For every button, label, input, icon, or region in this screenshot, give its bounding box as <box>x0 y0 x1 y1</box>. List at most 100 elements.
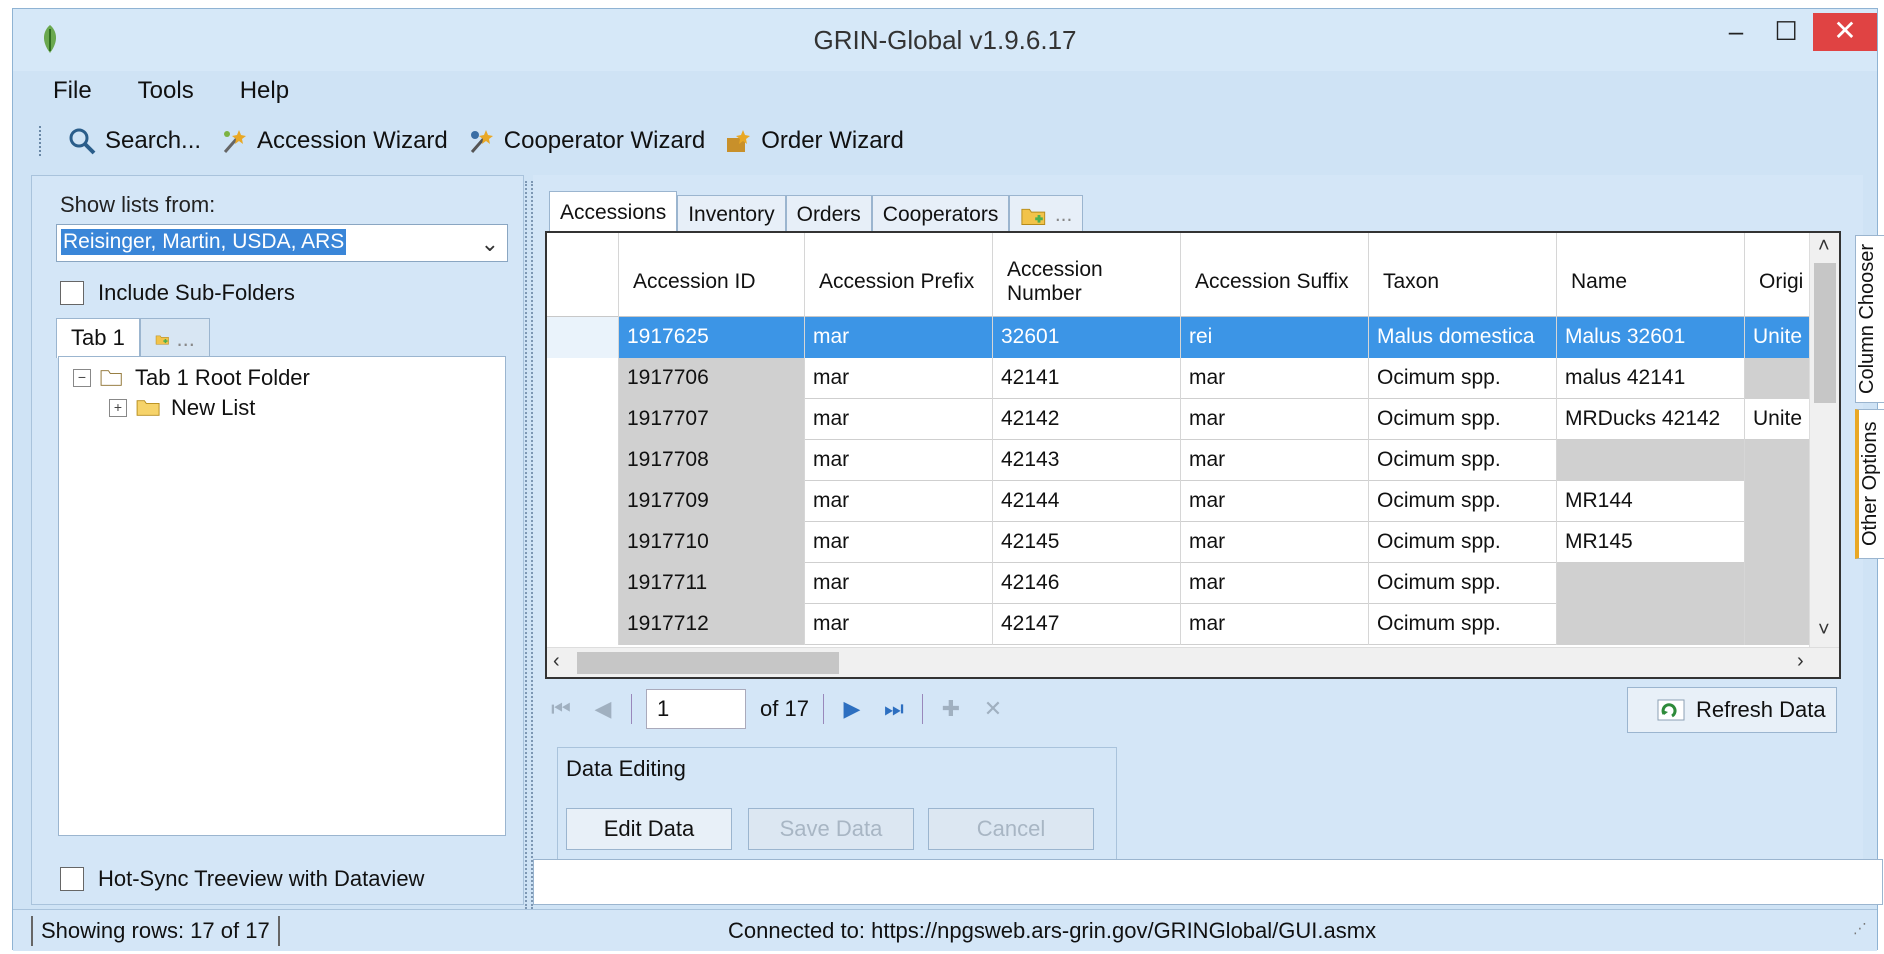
row-header[interactable] <box>547 440 619 481</box>
resize-grip-icon[interactable]: ⋰ <box>1853 920 1867 937</box>
hot-sync-checkbox[interactable] <box>60 867 84 891</box>
include-subfolders-checkbox[interactable] <box>60 281 84 305</box>
table-cell[interactable] <box>1557 440 1745 481</box>
tab-1[interactable]: Tab 1 <box>56 318 140 358</box>
table-cell[interactable]: 1917707 <box>619 399 805 440</box>
position-input[interactable]: 1 <box>646 689 746 729</box>
add-dataview-tab[interactable]: ... <box>1009 195 1084 235</box>
tree-root-node[interactable]: − Tab 1 Root Folder <box>73 365 310 391</box>
table-cell[interactable]: 42144 <box>993 481 1181 522</box>
cooperator-wizard-button[interactable]: Cooperator Wizard <box>466 126 705 156</box>
column-header[interactable]: Name <box>1557 233 1745 317</box>
row-header[interactable] <box>547 317 619 358</box>
horizontal-scroll-thumb[interactable] <box>577 652 839 674</box>
table-cell[interactable]: mar <box>1181 522 1369 563</box>
scroll-down-icon[interactable]: ˅ <box>1818 619 1830 642</box>
table-cell[interactable]: MR145 <box>1557 522 1745 563</box>
menu-file[interactable]: File <box>43 77 102 105</box>
table-cell[interactable]: mar <box>1181 563 1369 604</box>
table-cell[interactable]: 42142 <box>993 399 1181 440</box>
table-cell[interactable] <box>1745 440 1815 481</box>
search-button[interactable]: Search... <box>67 126 201 156</box>
delete-record-icon[interactable]: ✕ <box>979 696 1007 722</box>
table-cell[interactable]: 42143 <box>993 440 1181 481</box>
table-cell[interactable]: 42141 <box>993 358 1181 399</box>
table-cell[interactable]: mar <box>1181 399 1369 440</box>
table-cell[interactable]: MR144 <box>1557 481 1745 522</box>
minimize-button[interactable]: – <box>1711 13 1761 51</box>
next-record-icon[interactable]: ▶ <box>838 696 866 722</box>
table-cell[interactable]: mar <box>805 440 993 481</box>
table-row[interactable]: 1917625 mar 32601 rei Malus domestica Malus 3… <box>547 317 1839 358</box>
table-row[interactable]: 1917709 mar 42144 mar Ocimum spp. MR144 <box>547 481 1839 522</box>
tab-column-chooser[interactable]: Column Chooser <box>1855 235 1884 403</box>
table-cell[interactable]: 1917708 <box>619 440 805 481</box>
table-cell[interactable]: mar <box>805 563 993 604</box>
table-cell[interactable]: 32601 <box>993 317 1181 358</box>
table-cell[interactable]: mar <box>805 604 993 645</box>
row-header[interactable] <box>547 604 619 645</box>
first-record-icon[interactable]: ⏮ <box>547 696 575 722</box>
table-cell[interactable]: Malus 32601 <box>1557 317 1745 358</box>
last-record-icon[interactable]: ⏭ <box>880 696 908 722</box>
table-cell[interactable]: mar <box>805 358 993 399</box>
order-wizard-button[interactable]: Order Wizard <box>723 126 904 156</box>
tab-other-options[interactable]: Other Options <box>1855 409 1884 559</box>
table-cell[interactable]: mar <box>805 317 993 358</box>
table-cell[interactable]: mar <box>805 399 993 440</box>
row-header[interactable] <box>547 358 619 399</box>
owner-dropdown[interactable]: Reisinger, Martin, USDA, ARS ⌄ <box>56 224 508 262</box>
vertical-scroll-thumb[interactable] <box>1814 263 1836 403</box>
table-cell[interactable]: rei <box>1181 317 1369 358</box>
previous-record-icon[interactable]: ◀ <box>589 696 617 722</box>
menu-tools[interactable]: Tools <box>128 77 204 105</box>
row-header[interactable] <box>547 481 619 522</box>
edit-data-button[interactable]: Edit Data <box>566 808 732 850</box>
table-cell[interactable]: 1917711 <box>619 563 805 604</box>
table-cell[interactable] <box>1745 563 1815 604</box>
accession-wizard-button[interactable]: Accession Wizard <box>219 126 448 156</box>
add-record-icon[interactable]: ✚ <box>937 696 965 722</box>
row-header[interactable] <box>547 399 619 440</box>
table-cell[interactable]: 42145 <box>993 522 1181 563</box>
table-cell[interactable]: mar <box>1181 481 1369 522</box>
table-row[interactable]: 1917706 mar 42141 mar Ocimum spp. malus 42141 <box>547 358 1839 399</box>
column-header[interactable]: Origi <box>1745 233 1815 317</box>
table-cell[interactable]: Unite <box>1745 399 1815 440</box>
table-cell[interactable]: Ocimum spp. <box>1369 399 1557 440</box>
table-cell[interactable]: mar <box>1181 440 1369 481</box>
menu-help[interactable]: Help <box>230 77 299 105</box>
tab-cooperators[interactable]: Cooperators <box>871 195 1010 235</box>
table-cell[interactable]: Ocimum spp. <box>1369 604 1557 645</box>
close-button[interactable]: ✕ <box>1813 13 1877 51</box>
table-row[interactable]: 1917710 mar 42145 mar Ocimum spp. MR145 <box>547 522 1839 563</box>
vertical-scrollbar[interactable]: ˄ ˅ <box>1809 233 1839 649</box>
table-cell[interactable]: 42147 <box>993 604 1181 645</box>
expand-icon[interactable]: + <box>109 399 127 417</box>
table-row[interactable]: 1917712 mar 42147 mar Ocimum spp. <box>547 604 1839 645</box>
table-cell[interactable]: Ocimum spp. <box>1369 358 1557 399</box>
tab-orders[interactable]: Orders <box>785 195 872 235</box>
tab-accessions[interactable]: Accessions <box>549 191 678 235</box>
table-cell[interactable] <box>1557 563 1745 604</box>
table-cell[interactable]: Unite <box>1745 317 1815 358</box>
table-row[interactable]: 1917708 mar 42143 mar Ocimum spp. <box>547 440 1839 481</box>
row-header[interactable] <box>547 522 619 563</box>
collapse-icon[interactable]: − <box>73 369 91 387</box>
table-cell[interactable]: 1917709 <box>619 481 805 522</box>
table-cell[interactable] <box>1745 604 1815 645</box>
maximize-button[interactable]: ☐ <box>1761 13 1811 51</box>
cancel-button[interactable]: Cancel <box>928 808 1094 850</box>
table-cell[interactable]: Ocimum spp. <box>1369 563 1557 604</box>
row-header[interactable] <box>547 563 619 604</box>
table-cell[interactable]: 1917625 <box>619 317 805 358</box>
table-cell[interactable]: mar <box>1181 604 1369 645</box>
table-cell[interactable] <box>1557 604 1745 645</box>
include-subfolders-row[interactable]: Include Sub-Folders <box>60 280 295 306</box>
table-cell[interactable]: MRDucks 42142 <box>1557 399 1745 440</box>
table-cell[interactable]: 42146 <box>993 563 1181 604</box>
save-data-button[interactable]: Save Data <box>748 808 914 850</box>
table-cell[interactable]: Ocimum spp. <box>1369 440 1557 481</box>
table-row[interactable]: 1917711 mar 42146 mar Ocimum spp. <box>547 563 1839 604</box>
table-cell[interactable]: 1917712 <box>619 604 805 645</box>
